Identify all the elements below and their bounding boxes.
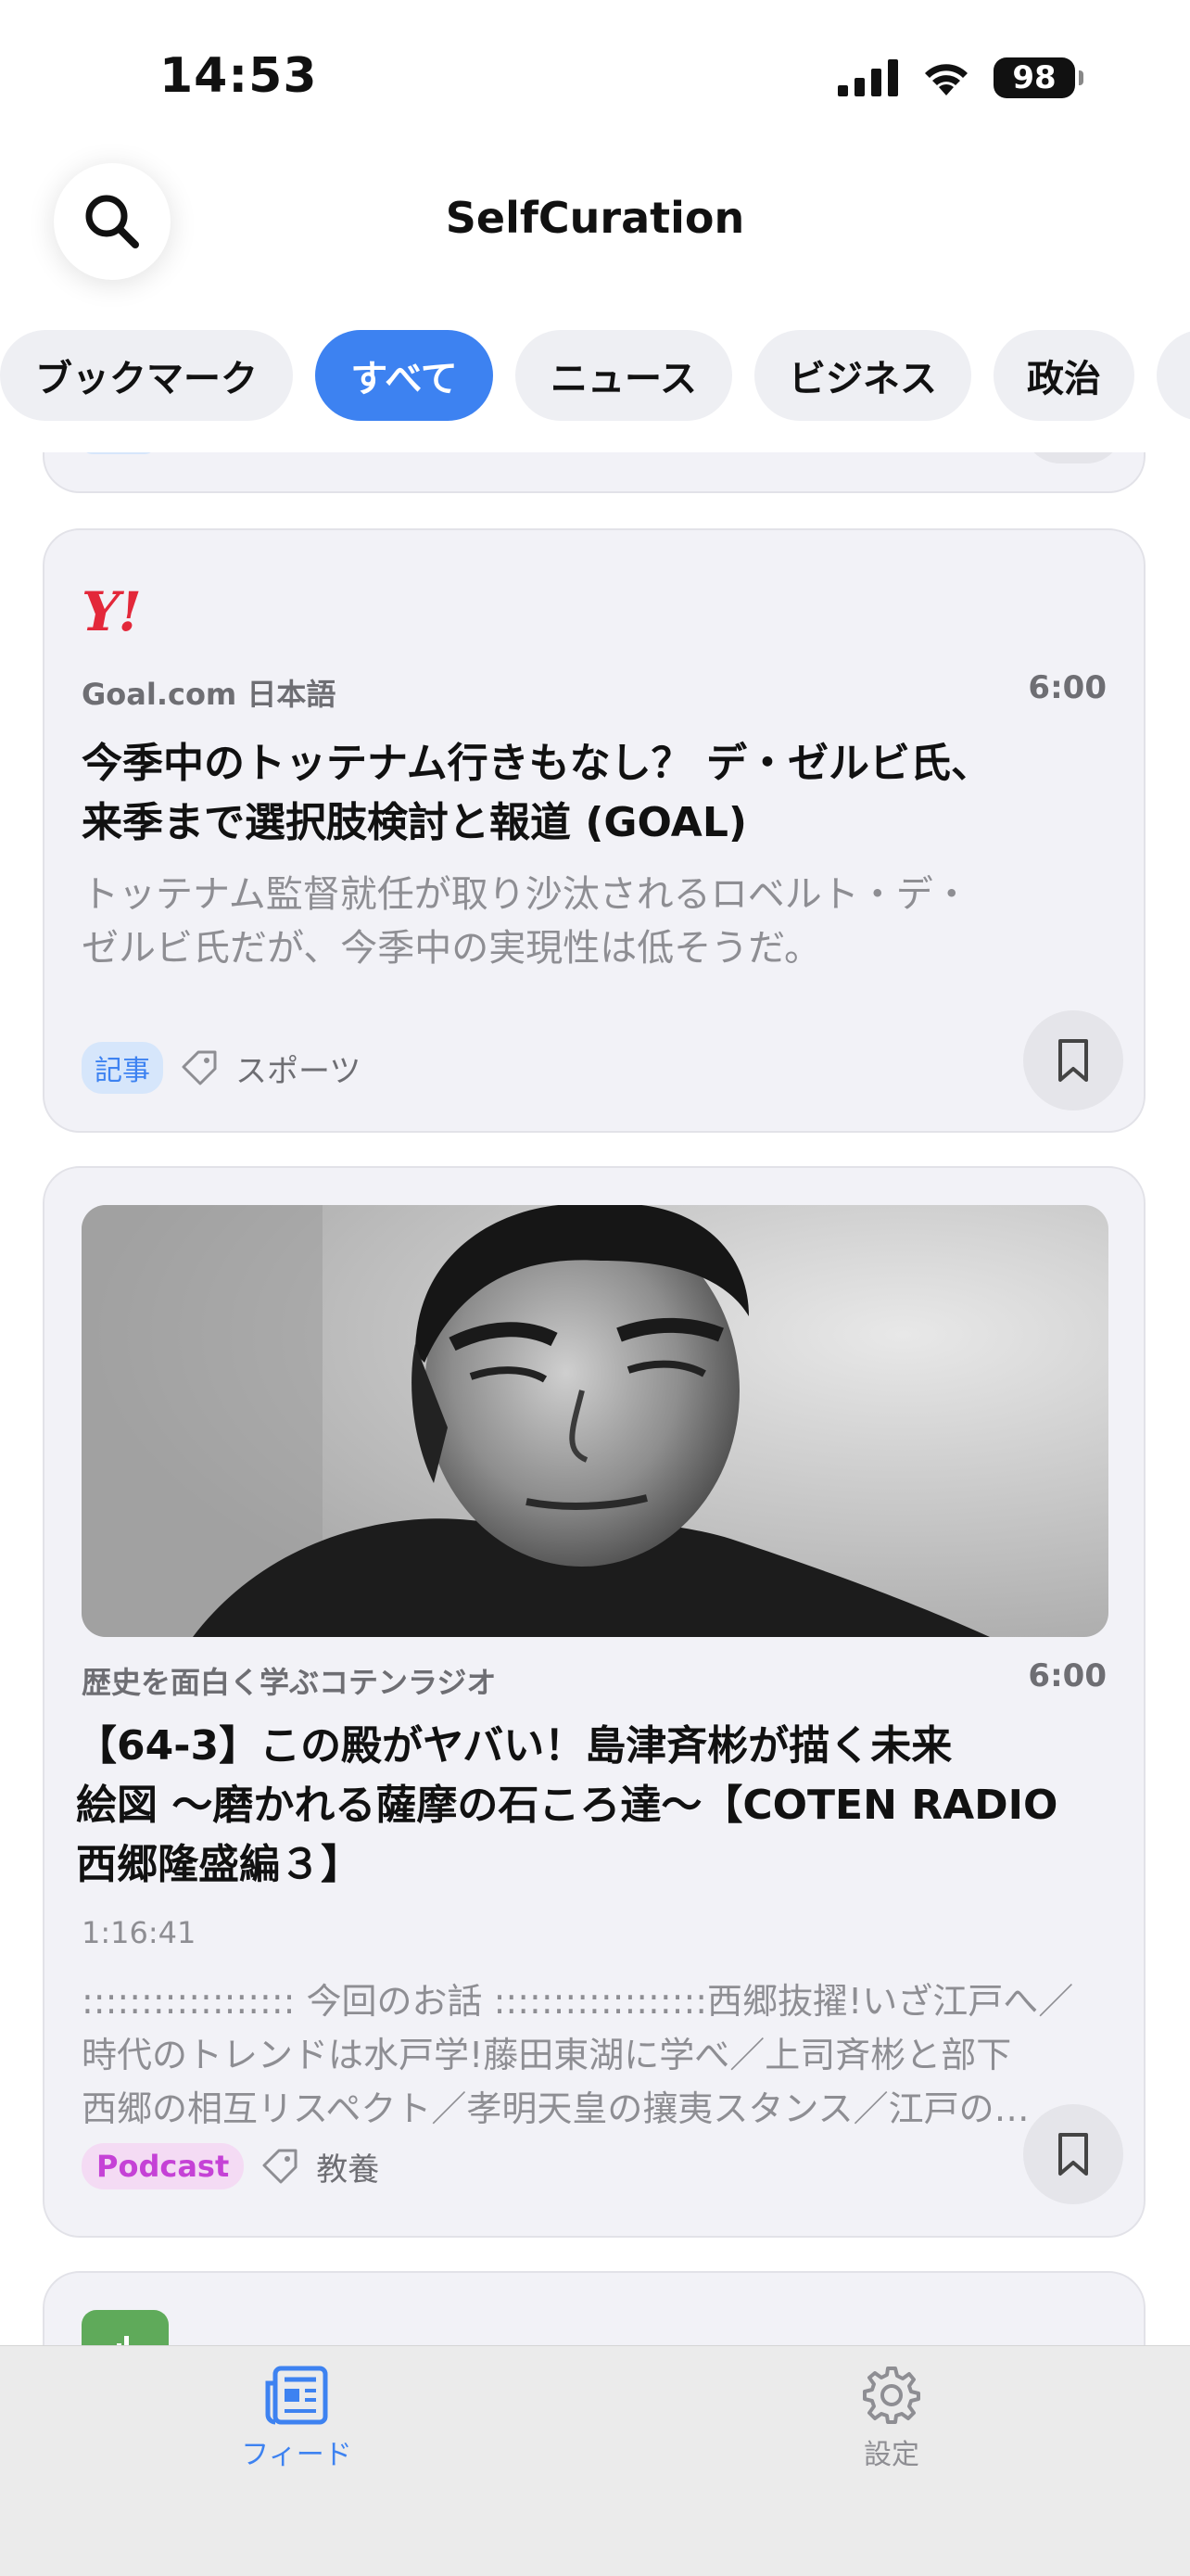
type-badge: 記事	[82, 1042, 163, 1094]
type-badge: Podcast	[82, 2143, 245, 2189]
article-source: Goal.com 日本語	[82, 677, 336, 712]
tag-icon	[182, 1050, 217, 1085]
bookmark-button[interactable]	[1023, 1010, 1123, 1110]
tag-label: 教養	[316, 2151, 380, 2189]
status-bar: 14:53 98	[0, 0, 1190, 158]
podcast-title-line: 西郷隆盛編３】	[76, 1841, 361, 1888]
chip-politics[interactable]: 政治	[994, 330, 1134, 421]
bookmark-icon	[1058, 2133, 1088, 2176]
chip-next[interactable]	[1157, 330, 1190, 421]
feed-list: Y! Goal.com 日本語 6:00 今季中のトッテナム行きもなし？ デ・ゼ…	[0, 452, 1190, 2345]
gear-icon	[863, 2367, 920, 2424]
chart-bars-icon	[117, 2336, 129, 2345]
podcast-title-line: 絵図 〜磨かれる薩摩の石ころ達〜【COTEN RADIO	[76, 1782, 1058, 1829]
podcast-card[interactable]: 歴史を面白く学ぶコテンラジオ 6:00 【64-3】この殿がヤバい！島津斉彬が描…	[43, 1166, 1146, 2238]
podcast-title-line: 【64-3】この殿がヤバい！島津斉彬が描く未来	[76, 1722, 953, 1770]
bookmark-button[interactable]	[1023, 2104, 1123, 2204]
article-title: 今季中のトッテナム行きもなし？ デ・ゼルビ氏、 来季まで選択肢検討と報道 (GO…	[82, 734, 1101, 853]
wifi-icon	[925, 64, 968, 95]
source-logo	[82, 2310, 169, 2345]
article-card[interactable]: Y! Goal.com 日本語 6:00 今季中のトッテナム行きもなし？ デ・ゼ…	[43, 528, 1146, 1133]
article-time: 6:00	[1028, 669, 1107, 706]
chip-news[interactable]: ニュース	[515, 330, 732, 421]
podcast-description-line: 時代のトレンドは水戸学!藤田東湖に学べ／上司斉彬と部下	[82, 2035, 1012, 2075]
chip-all[interactable]: すべて	[315, 330, 493, 421]
article-description-line: ゼルビ氏だが、今季中の実現性は低そうだ。	[82, 927, 821, 970]
battery-icon: 98	[994, 57, 1083, 98]
bookmark-icon	[1058, 1039, 1088, 1082]
article-description: トッテナム監督就任が取り沙汰されるロベルト・デ・ ゼルビ氏だが、今季中の実現性は…	[82, 868, 1092, 975]
cellular-signal-icon	[838, 59, 898, 96]
article-title-line: 来季まで選択肢検討と報道 (GOAL)	[82, 799, 747, 846]
app-title: SelfCuration	[445, 193, 745, 243]
newspaper-icon	[265, 2366, 328, 2425]
tab-settings[interactable]: 設定	[753, 2365, 1031, 2472]
chip-bookmarks[interactable]: ブックマーク	[0, 330, 293, 421]
podcast-title: 【64-3】この殿がヤバい！島津斉彬が描く未来 絵図 〜磨かれる薩摩の石ころ達〜…	[76, 1717, 1114, 1895]
article-badge-partial	[82, 452, 156, 454]
podcast-description-line: 西郷の相互リスペクト／孝明天皇の攘夷スタンス／江戸の…	[82, 2088, 1030, 2129]
tab-feed-label: フィード	[241, 2439, 352, 2471]
podcast-time: 6:00	[1028, 1657, 1107, 1694]
podcast-thumbnail	[82, 1205, 1108, 1637]
tab-bar: フィード 設定	[0, 2345, 1190, 2576]
podcast-tags: Podcast 教養	[82, 2143, 379, 2189]
bookmark-button-partial[interactable]	[1023, 452, 1123, 463]
portrait-photo	[82, 1205, 1108, 1637]
article-card-previous[interactable]	[43, 452, 1146, 493]
status-icons: 98	[838, 57, 1083, 98]
chip-business[interactable]: ビジネス	[754, 330, 971, 421]
yahoo-logo: Y!	[82, 580, 142, 643]
tag-label: スポーツ	[235, 1052, 361, 1090]
tag-icon	[262, 2149, 298, 2184]
tab-feed[interactable]: フィード	[158, 2365, 436, 2472]
article-tags: 記事 スポーツ	[82, 1042, 361, 1094]
podcast-duration: 1:16:41	[82, 1915, 196, 1950]
category-chips: ブックマーク すべて ニュース ビジネス 政治	[0, 330, 1190, 423]
podcast-description: :::::::::::::::::: 今回のお話 :::::::::::::::…	[82, 1974, 1092, 2136]
battery-level: 98	[1012, 59, 1057, 96]
article-description-line: トッテナム監督就任が取り沙汰されるロベルト・デ・	[82, 873, 970, 916]
podcast-description-line: :::::::::::::::::: 今回のお話 :::::::::::::::…	[82, 1981, 1074, 2022]
status-time: 14:53	[159, 48, 318, 104]
article-title-line: 今季中のトッテナム行きもなし？ デ・ゼルビ氏、	[82, 740, 992, 787]
podcast-source: 歴史を面白く学ぶコテンラジオ	[82, 1665, 497, 1700]
tab-settings-label: 設定	[864, 2439, 919, 2471]
article-card-next[interactable]	[43, 2271, 1146, 2345]
